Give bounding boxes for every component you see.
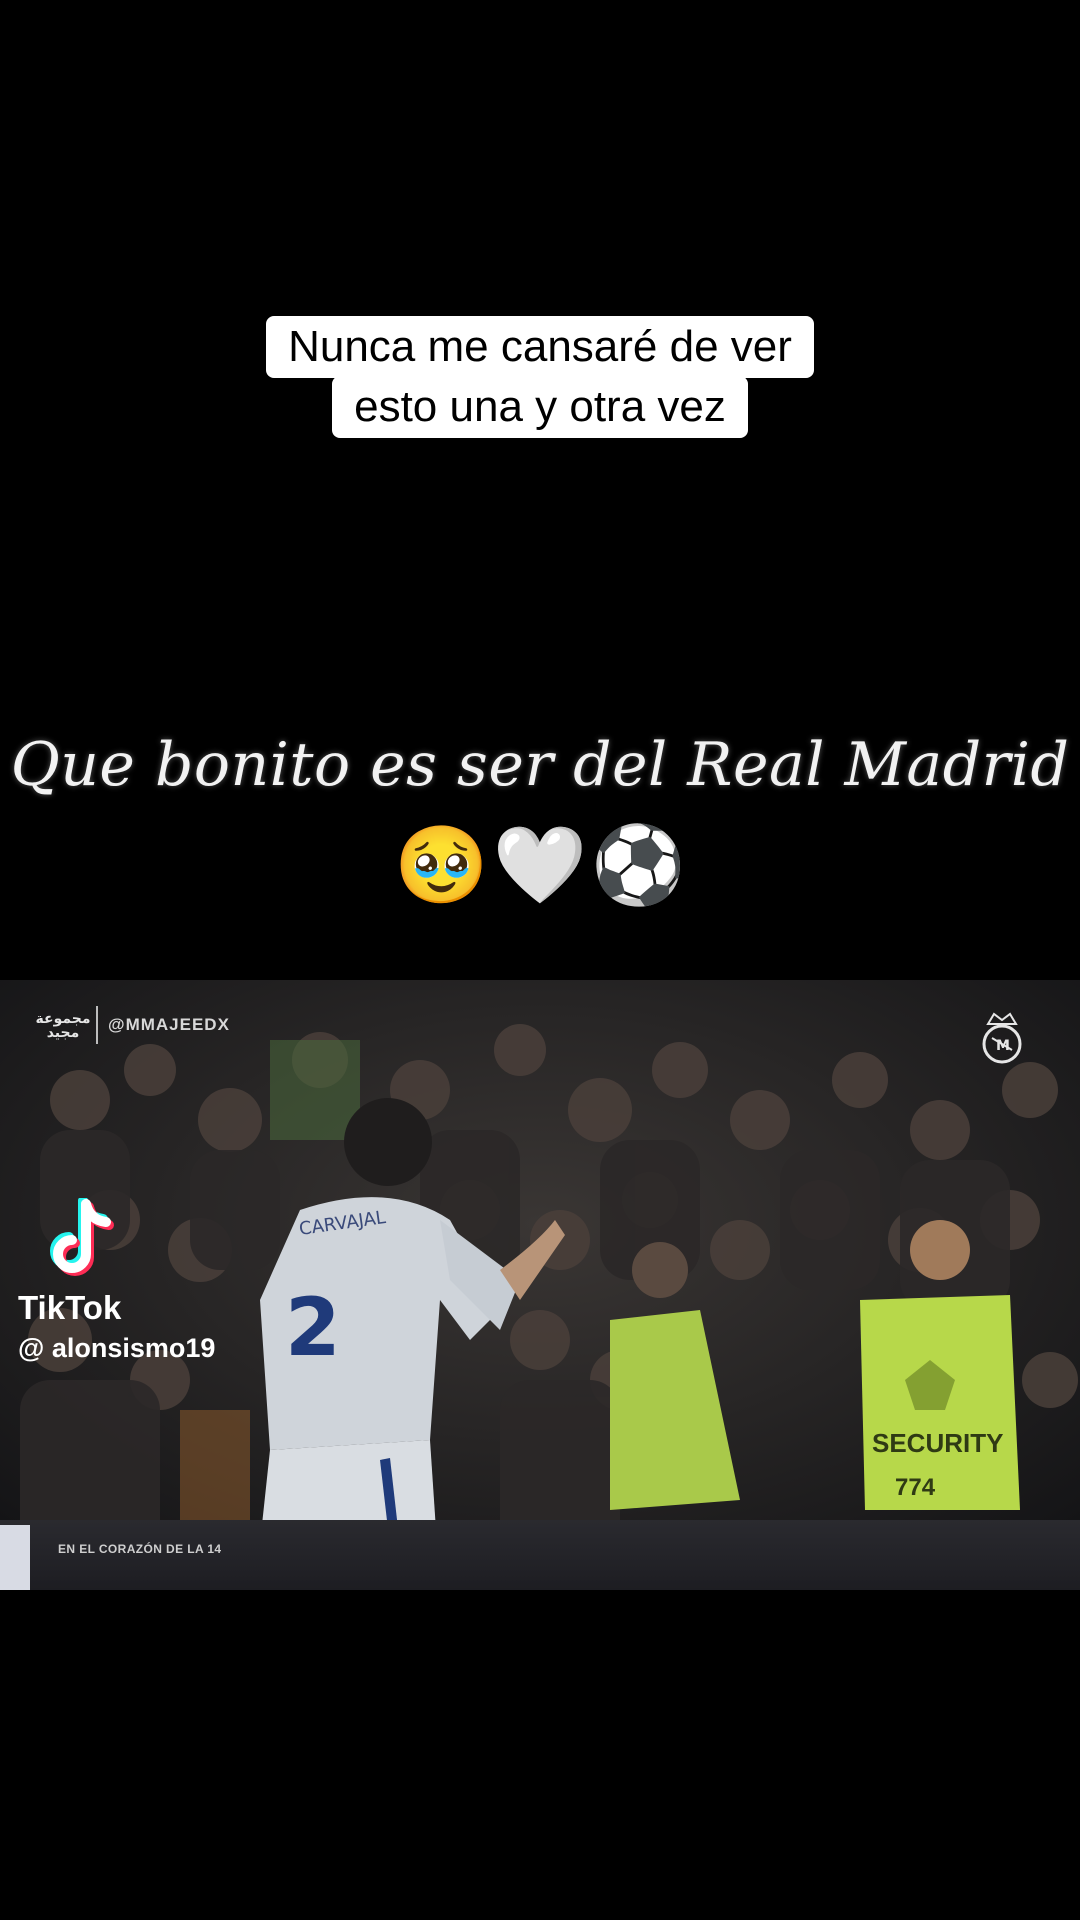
club-crest-icon: M	[982, 1012, 1022, 1064]
vest-number: 774	[895, 1474, 936, 1501]
tiktok-logo-icon	[50, 1196, 114, 1276]
soccer-ball-emoji: ⚽	[591, 820, 686, 909]
channel-logo-text-top: مجموعة	[35, 1010, 91, 1026]
channel-logo-icon: مجموعة مجيد	[36, 1005, 90, 1045]
channel-handle: @MMAJEEDX	[108, 1015, 230, 1034]
jersey-number: 2	[285, 1281, 341, 1374]
channel-logo-text-bottom: مجيد	[46, 1024, 80, 1040]
lower-third-text: EN EL CORAZÓN DE LA 14	[58, 1542, 222, 1556]
pleading-face-emoji: 🥹	[394, 820, 489, 909]
badge-divider	[96, 1006, 98, 1044]
caption-line-2: esto una y otra vez	[332, 376, 748, 438]
channel-watermark: مجموعة مجيد @MMAJEEDX	[36, 1005, 230, 1045]
caption-line-1: Nunca me cansaré de ver	[266, 316, 814, 378]
vest-text: SECURITY	[872, 1428, 1003, 1458]
tiktok-app-name: TikTok	[18, 1289, 122, 1326]
text-caption: Nunca me cansaré de ver esto una y otra …	[0, 316, 1080, 438]
emoji-row: 🥹🤍⚽	[0, 820, 1080, 910]
white-heart-emoji: 🤍	[492, 820, 588, 909]
tiktok-watermark: TikTok @ alonsismo19	[18, 1196, 278, 1364]
video-title-overlay: Que bonito es ser del Real Madrid	[10, 730, 1070, 800]
svg-text:M: M	[996, 1038, 1010, 1054]
tiktok-username: @ alonsismo19	[18, 1333, 216, 1363]
